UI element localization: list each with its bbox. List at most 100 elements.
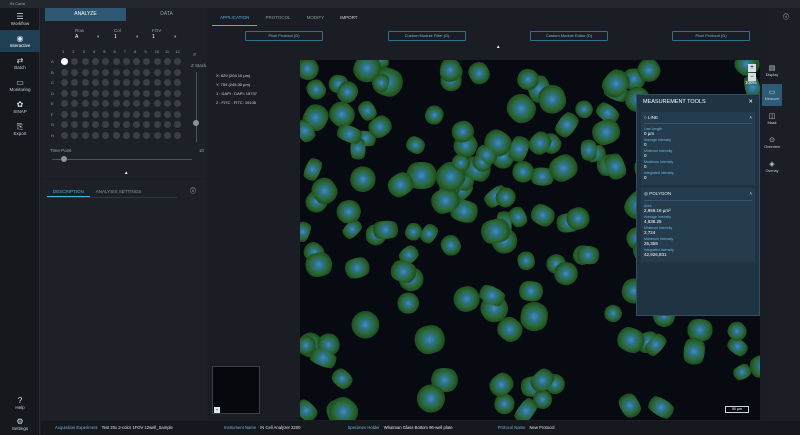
nav-interactive[interactable]: ◉ Interactive	[0, 30, 40, 52]
plate-well[interactable]	[153, 79, 161, 86]
plate-well[interactable]	[102, 68, 110, 76]
plate-well[interactable]	[143, 110, 151, 118]
nav-workflow[interactable]: ☰ Workflow	[0, 8, 40, 30]
plate-well[interactable]	[164, 68, 171, 76]
plate-well[interactable]	[112, 89, 120, 97]
col-selector[interactable]: 1	[114, 34, 117, 40]
tab-modify[interactable]: MODIFY	[299, 10, 333, 26]
plate-well[interactable]	[153, 68, 161, 76]
plate-well[interactable]	[102, 110, 110, 118]
info-icon[interactable]: ⓘ	[783, 12, 789, 21]
tab-analysis-settings[interactable]: ANALYSIS SETTINGS	[90, 186, 147, 197]
plate-well[interactable]	[81, 121, 89, 128]
plate-well[interactable]	[112, 58, 120, 65]
plate-well[interactable]	[164, 79, 171, 86]
mask-button[interactable]: ◫ Mask	[762, 108, 782, 130]
plate-well[interactable]	[143, 89, 151, 97]
plate-well[interactable]	[71, 131, 79, 139]
plate-well[interactable]	[91, 79, 99, 86]
plate-well[interactable]	[112, 68, 120, 76]
protocol-button-3[interactable]: Custom Module Editor (D)	[530, 31, 608, 41]
plate-well[interactable]	[61, 100, 68, 107]
close-icon[interactable]: ✕	[748, 99, 753, 105]
z-slider-track[interactable]	[196, 72, 197, 142]
plate-well[interactable]	[133, 68, 141, 76]
plate-well[interactable]	[81, 100, 89, 107]
plate-well[interactable]	[174, 131, 182, 139]
tab-analyze[interactable]: ANALYZE	[45, 8, 126, 21]
chevron-up-icon[interactable]: ˄	[749, 191, 752, 197]
plate-well[interactable]	[174, 89, 182, 97]
plate-well[interactable]	[81, 110, 89, 118]
plate-well[interactable]	[153, 121, 161, 128]
time-slider-handle[interactable]	[61, 156, 67, 162]
plate-well[interactable]	[102, 131, 110, 139]
plate-well[interactable]	[102, 89, 110, 97]
plate-well[interactable]	[112, 121, 120, 128]
chevron-down-icon[interactable]: ▾	[97, 34, 99, 40]
plate-well[interactable]	[71, 110, 79, 118]
plate-well[interactable]	[81, 89, 89, 97]
nav-settings[interactable]: ⚙ Settings	[0, 413, 40, 435]
plate-well[interactable]	[122, 100, 130, 107]
polygon-section-title[interactable]: ◎ POLYGON	[644, 191, 671, 197]
plate-well[interactable]	[91, 58, 99, 65]
measure-button[interactable]: ▭ Measure	[762, 84, 782, 106]
protocol-button-4[interactable]: Pixel Protocol (D)	[672, 31, 750, 41]
plate-well[interactable]	[164, 100, 171, 107]
plate-well[interactable]	[133, 89, 141, 97]
plate-well[interactable]	[122, 110, 130, 118]
collapse-up-icon[interactable]: ▲	[496, 44, 500, 49]
plate-well[interactable]	[112, 110, 120, 118]
plate-well[interactable]	[91, 68, 99, 76]
plate-well[interactable]	[91, 121, 99, 128]
overview-thumbnail[interactable]: +	[212, 366, 260, 414]
plate-well[interactable]	[164, 89, 171, 97]
tab-import[interactable]: IMPORT	[332, 10, 365, 26]
plate-well[interactable]	[122, 121, 130, 128]
protocol-button-1[interactable]: Pixel Protocol (D)	[245, 31, 323, 41]
plate-well[interactable]	[122, 89, 130, 97]
chevron-down-icon[interactable]: ▾	[136, 34, 138, 40]
plate-well[interactable]	[112, 79, 120, 86]
thumbnail-zoom-icon[interactable]: +	[214, 407, 220, 413]
plate-well[interactable]	[153, 131, 161, 139]
overlay-button[interactable]: ◈ Overlay	[762, 156, 782, 178]
plate-well[interactable]	[61, 68, 68, 76]
time-slider-track[interactable]	[52, 159, 192, 160]
plate-well[interactable]	[61, 58, 68, 65]
plate-well[interactable]	[61, 89, 68, 97]
fov-selector[interactable]: 1	[152, 34, 155, 40]
plate-well[interactable]	[71, 89, 79, 97]
nav-sinap[interactable]: ✿ SINAP	[0, 96, 40, 118]
z-slider-handle[interactable]	[193, 120, 199, 126]
plate-well[interactable]	[91, 131, 99, 139]
protocol-button-2[interactable]: Custom Module Filter (D)	[388, 31, 466, 41]
plate-well[interactable]	[164, 58, 171, 65]
plate-well[interactable]	[91, 89, 99, 97]
plate-well[interactable]	[164, 110, 171, 118]
plate-well[interactable]	[122, 68, 130, 76]
display-button[interactable]: ▤ Display	[762, 60, 782, 82]
plate-well[interactable]	[112, 131, 120, 139]
plate-well[interactable]	[143, 131, 151, 139]
search-icon[interactable]: ⌕	[193, 52, 196, 59]
plate-well[interactable]	[81, 131, 89, 139]
zoom-in-icon[interactable]: +	[748, 64, 756, 72]
plate-well[interactable]	[81, 58, 89, 65]
plate-well[interactable]	[153, 100, 161, 107]
plate-well[interactable]	[81, 79, 89, 86]
plate-well[interactable]	[164, 121, 171, 128]
plate-well[interactable]	[61, 131, 68, 139]
plate-well[interactable]	[112, 100, 120, 107]
plate-well[interactable]	[133, 110, 141, 118]
nav-export[interactable]: ⎘ Export	[0, 118, 40, 140]
line-section-title[interactable]: ○ LINE	[644, 115, 658, 120]
tab-application[interactable]: APPLICATION	[212, 10, 258, 26]
chevron-up-icon[interactable]: ˄	[749, 115, 752, 120]
plate-well[interactable]	[91, 110, 99, 118]
plate-well[interactable]	[143, 68, 151, 76]
info-icon[interactable]: ⓘ	[190, 186, 196, 195]
plate-well[interactable]	[61, 110, 68, 118]
plate-well[interactable]	[153, 110, 161, 118]
